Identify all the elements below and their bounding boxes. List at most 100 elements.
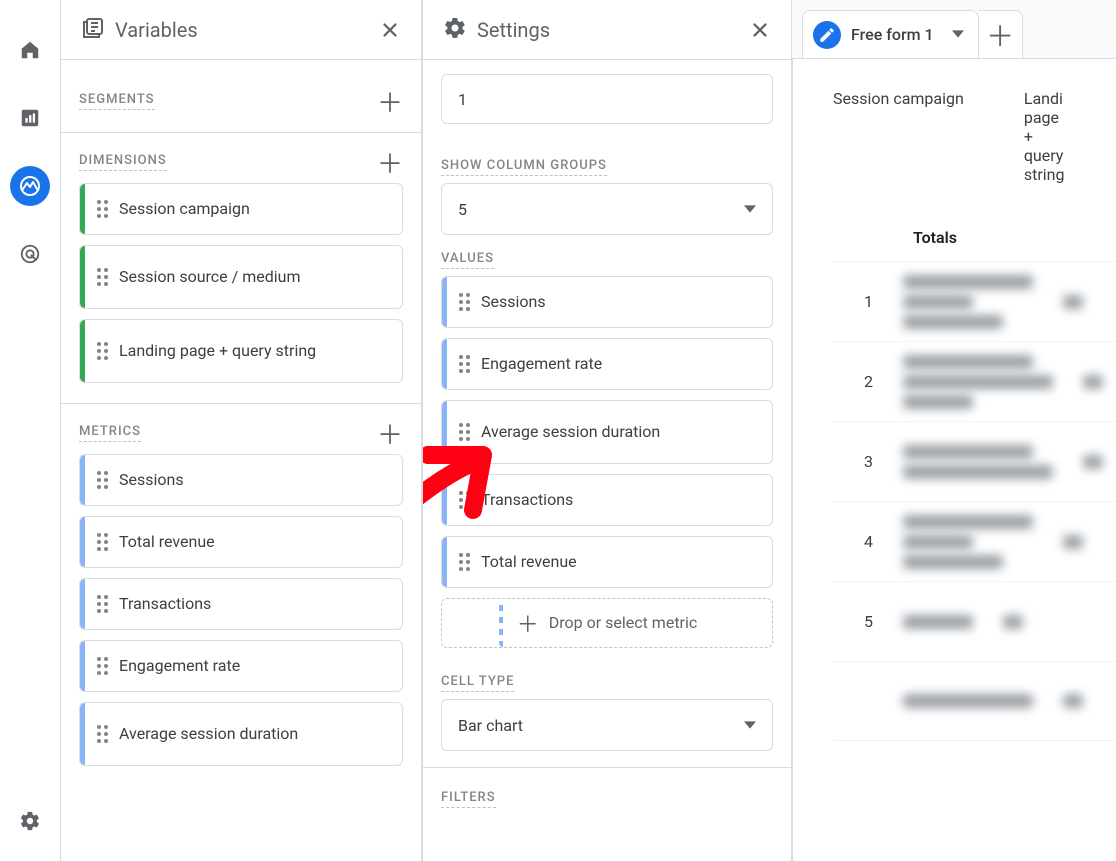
metric-chip[interactable]: Engagement rate [79,640,403,692]
cell-type-label: CELL TYPE [441,674,514,692]
tab-free-form[interactable]: Free form 1 [802,10,979,58]
chip-label: Transactions [481,490,573,510]
metric-chip[interactable]: Transactions [79,578,403,630]
show-column-groups-value: 5 [458,200,467,219]
drag-handle-icon[interactable] [85,471,119,489]
values-section: VALUES Sessions Engagement rate Average … [441,235,773,648]
show-column-groups-section: SHOW COLUMN GROUPS 5 [441,142,773,235]
redacted-cell [903,615,973,629]
start-row-input[interactable]: 1 [441,74,773,124]
dimension-chip[interactable]: Session campaign [79,183,403,235]
row-index: 2 [833,372,873,391]
drag-handle-icon[interactable] [85,200,119,218]
value-chip[interactable]: Engagement rate [441,338,773,390]
values-label: VALUES [441,251,494,269]
column-header: Landing page + query string [1024,89,1064,184]
metric-chip[interactable]: Average session duration [79,702,403,766]
home-button[interactable] [10,30,50,70]
row-index: 4 [833,532,873,551]
cell-type-section: CELL TYPE Bar chart [441,658,773,751]
close-settings-button[interactable] [749,19,771,41]
value-chip[interactable]: Sessions [441,276,773,328]
cell-type-select[interactable]: Bar chart [441,699,773,751]
admin-gear-button[interactable] [10,801,50,841]
add-dimension-button[interactable]: ＋ [377,149,403,175]
metric-chip[interactable]: Sessions [79,454,403,506]
table-row[interactable]: 4 [833,501,1116,581]
drag-handle-icon[interactable] [85,595,119,613]
redacted-cell [1083,375,1103,389]
chip-label: Session source / medium [119,267,300,287]
drag-handle-icon[interactable] [447,293,481,311]
drag-handle-icon[interactable] [85,533,119,551]
dimensions-section: DIMENSIONS ＋ Session campaign Session so… [61,133,421,404]
show-column-groups-select[interactable]: 5 [441,183,773,235]
chip-label: Transactions [119,594,211,614]
reports-button[interactable] [10,98,50,138]
table-row[interactable]: 2 [833,341,1116,421]
redacted-cell [903,355,1053,409]
variables-icon [81,16,105,44]
column-headers: Session campaign Landing page + query st… [833,89,1116,204]
redacted-cell [1063,694,1083,708]
variables-panel: Variables SEGMENTS ＋ DIMENSIONS ＋ Sessio… [60,0,422,861]
table-row[interactable]: 3 [833,421,1116,501]
drag-handle-icon[interactable] [447,355,481,373]
table-row[interactable] [833,661,1116,741]
chevron-down-icon[interactable] [952,25,964,44]
value-chip[interactable]: Average session duration [441,400,773,464]
add-metric-button[interactable]: ＋ [377,420,403,446]
table-row[interactable]: 5 [833,581,1116,661]
add-tab-button[interactable]: ＋ [979,10,1023,58]
chip-label: Landing page + query string [119,341,316,361]
chip-label: Sessions [481,292,546,312]
drag-handle-icon[interactable] [447,423,481,441]
show-column-groups-label: SHOW COLUMN GROUPS [441,158,607,176]
row-index: 5 [833,612,873,631]
left-rail [0,0,60,861]
add-segment-button[interactable]: ＋ [377,88,403,114]
drag-handle-icon[interactable] [85,657,119,675]
chip-label: Average session duration [119,724,298,744]
chip-label: Engagement rate [481,354,602,374]
metric-chip[interactable]: Total revenue [79,516,403,568]
settings-header: Settings [423,0,791,60]
drop-metric-target[interactable]: ＋ Drop or select metric [441,598,773,648]
redacted-cell [903,445,1053,479]
filters-section: FILTERS [441,768,773,805]
chip-label: Average session duration [481,422,660,442]
settings-panel: Settings 1 SHOW COLUMN GROUPS 5 VALUES [422,0,792,861]
redacted-cell [903,694,1033,708]
drag-handle-icon[interactable] [447,553,481,571]
settings-title: Settings [477,18,749,42]
cell-type-value: Bar chart [458,716,523,735]
drag-handle-icon[interactable] [447,491,481,509]
redacted-cell [903,275,1033,329]
plus-icon: ＋ [517,607,539,639]
chip-label: Session campaign [119,199,250,219]
variables-header: Variables [61,0,421,60]
dimension-chip[interactable]: Session source / medium [79,245,403,309]
drag-handle-icon[interactable] [85,725,119,743]
close-variables-button[interactable] [379,19,401,41]
pencil-icon [813,21,841,49]
drag-handle-icon[interactable] [85,342,119,360]
drag-handle-icon[interactable] [85,268,119,286]
explore-button[interactable] [10,166,50,206]
segments-section: SEGMENTS ＋ [61,60,421,133]
chip-label: Sessions [119,470,184,490]
variables-title: Variables [115,18,379,42]
totals-label: Totals [913,228,957,247]
totals-row: Totals [833,204,1116,261]
report-body: Session campaign Landing page + query st… [792,58,1116,861]
dimension-chip[interactable]: Landing page + query string [79,319,403,383]
row-index: 1 [833,292,873,311]
value-chip[interactable]: Total revenue [441,536,773,588]
table-row[interactable]: 1 [833,261,1116,341]
report-panel: Free form 1 ＋ Session campaign Landing p… [792,0,1116,861]
value-chip[interactable]: Transactions [441,474,773,526]
advertising-button[interactable] [10,234,50,274]
filters-label: FILTERS [441,790,496,808]
chip-label: Total revenue [119,532,215,552]
metrics-section: METRICS ＋ Sessions Total revenue Transac… [61,404,421,786]
